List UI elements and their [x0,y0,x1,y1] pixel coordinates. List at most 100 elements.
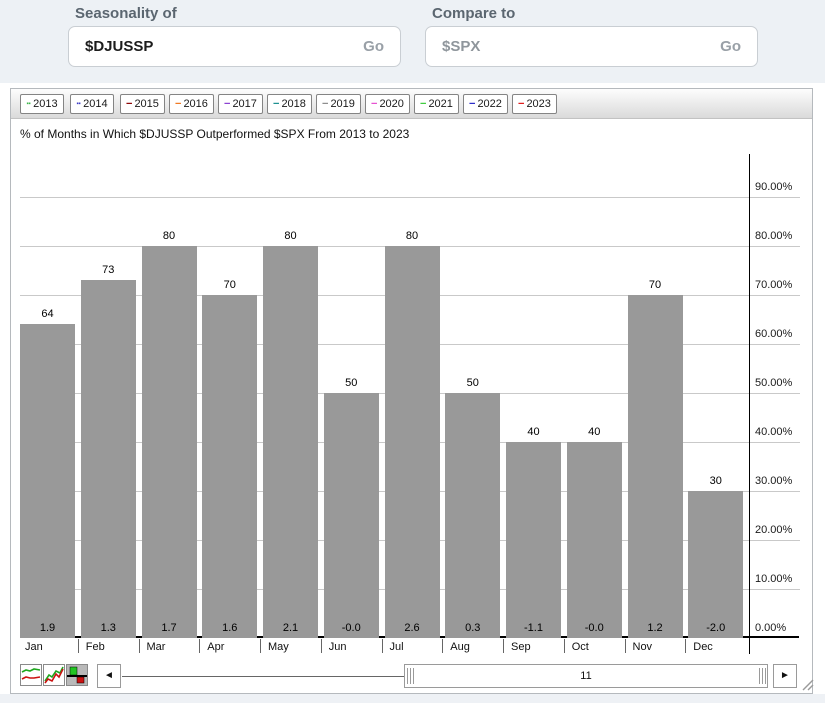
month-tick [625,639,626,653]
seasonality-symbol-input[interactable]: $DJUSSP Go [68,26,401,67]
legend-year-label: 2019 [330,98,354,110]
compare-symbol-value[interactable]: $SPX [442,27,480,66]
page-footer-strip [0,694,825,703]
legend-year-2014[interactable]: ∙∙2014 [70,94,114,114]
chart-title: % of Months in Which $DJUSSP Outperforme… [20,127,409,141]
bar-bottom-value-label: -2.0 [688,622,743,634]
bar-bottom-value-label: 2.6 [385,622,440,634]
symbol-entry-header: Seasonality of $DJUSSP Go Compare to $SP… [0,0,825,83]
seasonality-symbol-value[interactable]: $DJUSSP [85,27,153,66]
legend-year-2015[interactable]: −2015 [120,94,165,114]
legend-year-label: 2023 [526,98,550,110]
bar-Feb [81,280,136,638]
dash-line-swatch-icon: − [518,98,523,110]
seasonality-bar-chart-icon[interactable] [66,664,88,686]
performance-line-chart-icon[interactable] [43,664,65,686]
month-tick [382,639,383,653]
bar-Apr [202,295,257,638]
legend-year-label: 2018 [281,98,305,110]
legend-year-2017[interactable]: −2017 [218,94,263,114]
legend-year-2023[interactable]: −2023 [512,94,557,114]
legend-year-2021[interactable]: −2021 [414,94,459,114]
legend-year-label: 2015 [134,98,158,110]
y-axis-tick-label: 30.00% [755,475,792,487]
year-legend-bar: ∙∙2013∙∙2014−2015−2016−2017−2018−2019−20… [11,89,812,119]
scroll-handle-value: 11 [405,665,767,687]
seasonality-chart-widget: ∙∙2013∙∙2014−2015−2016−2017−2018−2019−20… [10,88,813,694]
compare-symbol-input[interactable]: $SPX Go [425,26,758,67]
bar-bottom-value-label: -1.1 [506,622,561,634]
month-tick [442,639,443,653]
legend-year-label: 2014 [83,98,107,110]
scrollbar-track[interactable] [122,676,404,677]
month-label-Nov: Nov [633,641,653,653]
bar-Mar [142,246,197,638]
dotted-line-swatch-icon: ∙∙ [26,98,30,110]
month-tick [503,639,504,653]
dash-line-swatch-icon: − [420,98,425,110]
y-axis-tick-label: 10.00% [755,573,792,585]
bar-value-label: 64 [20,308,75,320]
legend-year-2019[interactable]: −2019 [316,94,361,114]
month-tick [78,639,79,653]
seasonality-line-chart-icon[interactable] [20,664,42,686]
bar-value-label: 70 [202,279,257,291]
month-label-Sep: Sep [511,641,531,653]
legend-year-label: 2020 [379,98,403,110]
legend-year-2022[interactable]: −2022 [463,94,508,114]
month-tick [260,639,261,653]
legend-year-label: 2016 [183,98,207,110]
bar-value-label: 30 [688,475,743,487]
month-label-Oct: Oct [572,641,589,653]
dash-line-swatch-icon: − [224,98,229,110]
month-tick [564,639,565,653]
bar-bottom-value-label: 1.2 [628,622,683,634]
bar-bottom-value-label: 0.3 [445,622,500,634]
y-axis-tick-label: 70.00% [755,279,792,291]
bar-bottom-value-label: -0.0 [324,622,379,634]
legend-year-2016[interactable]: −2016 [169,94,214,114]
month-label-Dec: Dec [693,641,713,653]
performance-chart-glyph [44,665,64,685]
legend-year-label: 2017 [232,98,256,110]
scrollbar-handle[interactable]: 11 [404,664,768,688]
scroll-left-button[interactable]: ◄ [97,664,121,688]
scroll-right-button[interactable]: ► [773,664,797,688]
month-label-Aug: Aug [450,641,470,653]
legend-year-2020[interactable]: −2020 [365,94,410,114]
bar-bottom-value-label: -0.0 [567,622,622,634]
dotted-line-swatch-icon: ∙∙ [76,98,80,110]
month-label-Jan: Jan [25,641,43,653]
bar-chart-glyph [67,665,87,685]
month-label-Apr: Apr [207,641,224,653]
legend-year-2018[interactable]: −2018 [267,94,312,114]
seasonality-go-button[interactable]: Go [363,27,384,66]
month-label-Jul: Jul [390,641,404,653]
bar-value-label: 40 [506,426,561,438]
bar-Aug [445,393,500,638]
bar-Jun [324,393,379,638]
seasonality-of-label: Seasonality of [75,5,177,22]
y-axis-tick-label: 50.00% [755,377,792,389]
bar-bottom-value-label: 1.3 [81,622,136,634]
bar-value-label: 73 [81,264,136,276]
y-axis-tick-label: 90.00% [755,181,792,193]
resize-grip-icon[interactable] [799,676,814,696]
month-label-Jun: Jun [329,641,347,653]
dash-line-swatch-icon: − [175,98,180,110]
line-chart-glyph [21,665,41,685]
month-tick [685,639,686,653]
dash-line-swatch-icon: − [469,98,474,110]
legend-year-label: 2013 [33,98,57,110]
y-axis-tick-label: 60.00% [755,328,792,340]
month-label-May: May [268,641,289,653]
bar-bottom-value-label: 1.6 [202,622,257,634]
dash-line-swatch-icon: − [371,98,376,110]
bar-Sep [506,442,561,638]
compare-go-button[interactable]: Go [720,27,741,66]
bar-value-label: 40 [567,426,622,438]
legend-year-2013[interactable]: ∙∙2013 [20,94,64,114]
bar-Jul [385,246,440,638]
month-label-Feb: Feb [86,641,105,653]
bar-value-label: 80 [263,230,318,242]
